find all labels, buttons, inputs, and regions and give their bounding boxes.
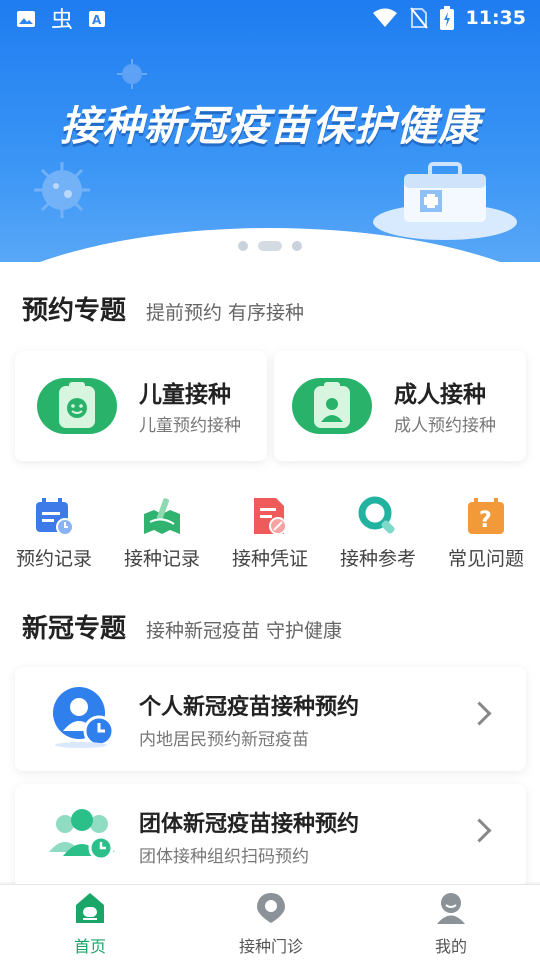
card-title: 团体新冠疫苗接种预约: [139, 812, 360, 837]
quick-link-label: 预约记录: [15, 548, 92, 570]
covid-section-header: 新冠专题 接种新冠疫苗 守护健康: [22, 608, 342, 645]
svg-text:A: A: [92, 13, 102, 27]
personal-covid-booking-card[interactable]: 个人新冠疫苗接种预约 内地居民预约新冠疫苗: [15, 667, 526, 771]
tab-clinic[interactable]: 接种门诊: [211, 891, 331, 957]
adult-vaccination-card[interactable]: 成人接种 成人预约接种: [274, 351, 526, 461]
tab-label: 接种门诊: [238, 937, 303, 956]
status-bar: 虫 A 11:35: [0, 0, 540, 36]
quick-link-appointment-records[interactable]: 预约记录: [0, 496, 108, 571]
no-sim-icon: [409, 7, 428, 29]
svg-text:?: ?: [479, 508, 492, 533]
status-time: 11:35: [465, 7, 526, 29]
battery-charging-icon: [439, 6, 454, 30]
home-icon: [76, 893, 104, 923]
group-covid-booking-card[interactable]: 团体新冠疫苗接种预约 团体接种组织扫码预约: [15, 784, 526, 888]
carousel-indicator: [0, 241, 540, 251]
card-subtitle: 团体接种组织扫码预约: [139, 847, 309, 867]
carousel-dot-active[interactable]: [258, 241, 282, 251]
hero-banner[interactable]: 虫 A 11:35 接种新冠疫苗保护健康: [0, 0, 540, 268]
card-title: 儿童接种: [139, 382, 231, 408]
card-subtitle: 儿童预约接种: [139, 416, 241, 436]
chevron-right-icon: [467, 818, 492, 843]
chevron-right-icon: [467, 701, 492, 726]
quick-link-vaccination-reference[interactable]: 接种参考: [324, 496, 432, 571]
tab-home[interactable]: 首页: [30, 891, 150, 957]
profile-icon: [437, 893, 465, 924]
section-title: 新冠专题: [22, 614, 127, 644]
child-vaccination-card[interactable]: 儿童接种 儿童预约接种: [15, 351, 267, 461]
quick-link-vaccination-records[interactable]: 接种记录: [108, 496, 216, 571]
appointment-section-header: 预约专题 提前预约 有序接种: [22, 290, 304, 327]
card-subtitle: 成人预约接种: [394, 416, 496, 436]
tab-label: 我的: [434, 937, 467, 956]
quick-link-faq[interactable]: ? 常见问题: [432, 496, 540, 571]
section-title: 预约专题: [22, 296, 127, 326]
bottom-tab-bar: 首页 接种门诊 我的: [0, 884, 540, 961]
svg-text:虫: 虫: [51, 8, 73, 31]
card-subtitle: 内地居民预约新冠疫苗: [139, 730, 309, 750]
quick-link-label: 接种参考: [339, 548, 416, 570]
child-icon: [37, 378, 117, 434]
vaccine-record-icon: [142, 496, 182, 536]
carousel-dot[interactable]: [292, 241, 302, 251]
tab-profile[interactable]: 我的: [391, 891, 511, 957]
tab-label: 首页: [73, 937, 106, 956]
quick-link-label: 接种凭证: [231, 548, 308, 570]
quick-link-label: 接种记录: [123, 548, 200, 570]
image-icon: [17, 11, 35, 27]
clinic-location-icon: [257, 893, 285, 923]
quick-link-vaccination-certificate[interactable]: 接种凭证: [216, 496, 324, 571]
question-icon: ?: [466, 496, 506, 536]
virus-small-icon: [117, 59, 147, 89]
group-clock-icon: [49, 809, 115, 861]
banner-title: 接种新冠疫苗保护健康: [60, 102, 480, 150]
quick-link-label: 常见问题: [447, 548, 524, 570]
card-title: 个人新冠疫苗接种预约: [139, 695, 360, 720]
wifi-icon: [372, 8, 397, 27]
quick-links: 预约记录 接种记录 接种凭证 接种参考 ? 常见问题: [0, 496, 540, 576]
calendar-clock-icon: [34, 496, 74, 536]
bug-icon: 虫: [51, 8, 73, 31]
medical-kit-icon: [373, 162, 517, 240]
certificate-icon: [250, 496, 290, 536]
adult-icon: [292, 378, 372, 434]
section-subtitle: 提前预约 有序接种: [146, 302, 305, 324]
person-clock-icon: [53, 687, 115, 748]
virus-icon: [34, 162, 90, 218]
carousel-dot[interactable]: [238, 241, 248, 251]
font-icon: A: [89, 11, 105, 27]
search-reference-icon: [358, 496, 398, 536]
section-subtitle: 接种新冠疫苗 守护健康: [146, 620, 343, 642]
card-title: 成人接种: [394, 382, 486, 408]
